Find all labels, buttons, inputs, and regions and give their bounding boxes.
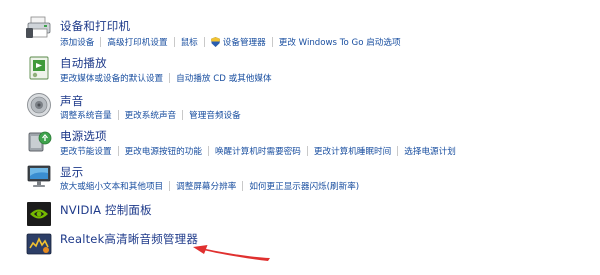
annotation-arrow (193, 245, 270, 261)
